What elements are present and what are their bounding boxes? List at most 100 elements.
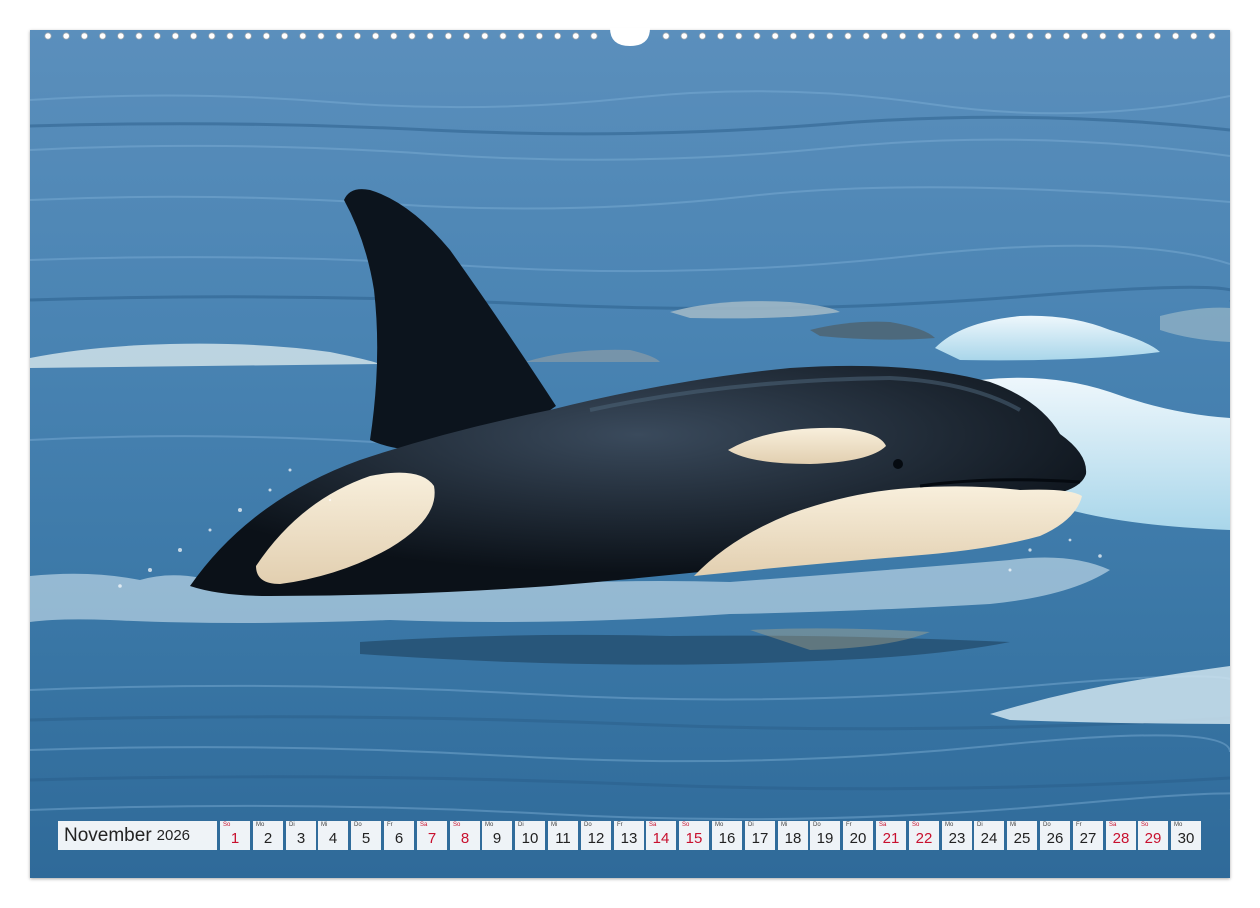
day-of-week: So <box>682 822 690 828</box>
binding-hole <box>408 32 416 40</box>
day-cell: Fr 20 <box>843 821 873 850</box>
binding-hole <box>153 32 161 40</box>
day-cell: Do 19 <box>810 821 840 850</box>
day-number: 6 <box>394 830 404 847</box>
day-cell: Di 24 <box>974 821 1004 850</box>
binding-holes-left <box>44 32 598 40</box>
day-cell: Sa 21 <box>876 821 906 850</box>
binding-hole <box>444 32 452 40</box>
spiral-binding <box>44 28 1216 46</box>
day-number: 13 <box>620 830 638 847</box>
day-number: 15 <box>685 830 703 847</box>
day-cell: Fr 27 <box>1073 821 1103 850</box>
day-cell: So 22 <box>909 821 939 850</box>
day-cell: Mo 9 <box>482 821 512 850</box>
binding-hole <box>898 32 907 40</box>
binding-hole <box>862 32 870 40</box>
binding-hole <box>1190 32 1198 40</box>
day-number: 16 <box>718 830 736 847</box>
binding-hole <box>680 32 688 40</box>
binding-hole <box>1008 32 1016 40</box>
day-cell: Di 17 <box>745 821 775 850</box>
binding-hole <box>244 32 252 40</box>
day-cell: Fr 13 <box>614 821 644 850</box>
day-of-week: Sa <box>420 822 428 828</box>
binding-hole <box>1062 32 1071 40</box>
day-of-week: Di <box>289 822 295 828</box>
binding-hole <box>1044 32 1052 40</box>
binding-hole <box>553 32 562 40</box>
day-number: 8 <box>460 830 470 847</box>
day-cell: Mo 2 <box>253 821 283 850</box>
day-of-week: Fr <box>846 822 852 828</box>
binding-hole <box>208 32 216 40</box>
day-cell: Mi 18 <box>778 821 808 850</box>
binding-hole <box>789 32 798 40</box>
day-cell: Sa 7 <box>417 821 447 850</box>
binding-hole <box>190 32 198 40</box>
binding-hole <box>226 32 234 40</box>
hanger-notch <box>610 28 650 46</box>
day-of-week: So <box>1141 822 1149 828</box>
day-number: 14 <box>652 830 670 847</box>
binding-hole <box>117 32 125 40</box>
day-number: 24 <box>980 830 998 847</box>
day-cell: So 8 <box>450 821 480 850</box>
binding-hole <box>1153 32 1162 40</box>
month-label: November 2026 <box>58 821 217 850</box>
binding-hole <box>517 32 525 40</box>
day-cell: Mo 30 <box>1171 821 1201 850</box>
day-of-week: Mo <box>256 822 265 828</box>
binding-hole <box>281 32 289 40</box>
binding-hole <box>698 32 707 40</box>
binding-hole <box>353 32 361 40</box>
binding-holes-right <box>662 32 1216 40</box>
day-cell: Do 5 <box>351 821 381 850</box>
day-number: 22 <box>915 830 933 847</box>
day-of-week: Mi <box>1010 822 1017 828</box>
binding-hole <box>826 32 834 40</box>
day-of-week: Fr <box>1076 822 1082 828</box>
day-of-week: Mi <box>321 822 328 828</box>
day-of-week: Sa <box>1109 822 1117 828</box>
day-cell: Mi 4 <box>318 821 348 850</box>
day-cell: Mi 25 <box>1007 821 1037 850</box>
binding-hole <box>953 32 961 40</box>
binding-hole <box>426 32 434 40</box>
binding-hole <box>971 32 980 40</box>
day-of-week: Do <box>584 822 592 828</box>
day-number: 1 <box>230 830 240 847</box>
day-of-week: Mi <box>551 822 558 828</box>
binding-hole <box>989 32 998 40</box>
day-cell: Do 26 <box>1040 821 1070 850</box>
binding-hole <box>880 32 889 40</box>
binding-hole <box>80 32 89 40</box>
day-number: 5 <box>361 830 371 847</box>
day-of-week: Fr <box>617 822 623 828</box>
binding-hole <box>1172 32 1180 40</box>
binding-hole <box>335 32 343 40</box>
month-year: 2026 <box>156 827 191 844</box>
day-cell: So 29 <box>1138 821 1168 850</box>
binding-hole <box>935 32 943 40</box>
binding-hole <box>99 32 107 40</box>
binding-hole <box>262 32 270 40</box>
binding-hole <box>572 32 580 40</box>
day-cell: Fr 6 <box>384 821 414 850</box>
day-of-week: Mo <box>485 822 494 828</box>
day-number: 30 <box>1177 830 1195 847</box>
day-number: 7 <box>427 830 437 847</box>
binding-hole <box>1117 32 1125 40</box>
day-cell: Mo 16 <box>712 821 742 850</box>
day-number: 18 <box>784 830 802 847</box>
orca-eye <box>893 459 903 469</box>
month-name: November <box>64 824 152 846</box>
binding-hole <box>1135 32 1143 40</box>
binding-hole <box>917 32 925 40</box>
day-number: 12 <box>587 830 605 847</box>
binding-hole <box>771 32 779 40</box>
binding-hole <box>481 32 489 40</box>
binding-hole <box>590 32 598 40</box>
day-of-week: Do <box>1043 822 1051 828</box>
binding-hole <box>171 32 179 40</box>
